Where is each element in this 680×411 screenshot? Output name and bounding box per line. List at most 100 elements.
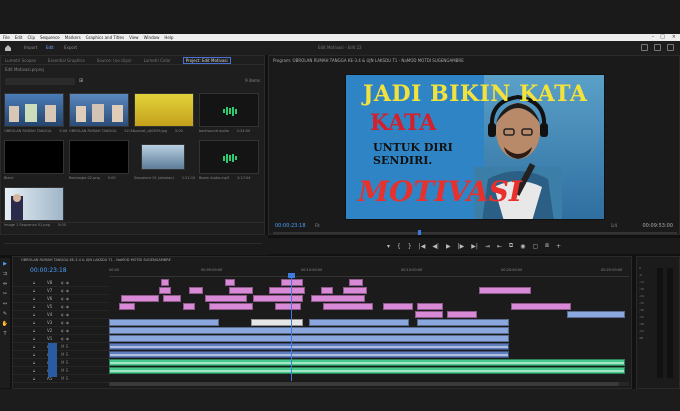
tab-edit[interactable]: Edit: [46, 45, 54, 50]
step-back-button[interactable]: ◀|: [432, 243, 439, 250]
title-clip[interactable]: [269, 287, 305, 294]
track-header-v3[interactable]: 🔒︎ V3 ◐ ◉: [13, 319, 109, 327]
title-clip[interactable]: [159, 287, 171, 294]
scrub-playhead[interactable]: [418, 230, 421, 235]
program-scrubber[interactable]: [273, 230, 677, 235]
menu-item-edit[interactable]: Edit: [15, 35, 23, 40]
button-editor-button[interactable]: +: [556, 243, 561, 250]
tab-export[interactable]: Export: [64, 45, 77, 50]
comparison-view-button[interactable]: ◉: [520, 243, 525, 250]
zoom-select[interactable]: Fit: [315, 223, 320, 228]
title-clip[interactable]: [383, 303, 413, 310]
maximize-button[interactable]: □: [660, 34, 665, 40]
type-tool-icon[interactable]: T: [3, 332, 6, 337]
audio-clip-thumbnail[interactable]: [199, 93, 259, 127]
audio-clip-thumbnail[interactable]: [199, 140, 259, 174]
export-frame-button[interactable]: ⧉: [509, 242, 513, 250]
title-clip[interactable]: [229, 287, 253, 294]
timeline-timecode[interactable]: 00:00:23:18: [30, 267, 67, 274]
source-patch-target[interactable]: [48, 343, 57, 377]
title-clip[interactable]: [479, 287, 531, 294]
clip-thumbnail[interactable]: [4, 140, 64, 174]
music-clip[interactable]: [109, 359, 625, 366]
video-clip[interactable]: [109, 327, 509, 334]
title-clip[interactable]: [417, 303, 443, 310]
video-clip[interactable]: [417, 319, 509, 326]
menu-item-view[interactable]: View: [129, 35, 139, 40]
music-clip[interactable]: [109, 367, 625, 374]
track-select-icon[interactable]: ⇉: [3, 272, 7, 277]
track-header-v5[interactable]: 🔒︎ V5 ◐ ◉: [13, 303, 109, 311]
play-button[interactable]: ▶: [446, 243, 451, 250]
multi-cam-button[interactable]: ⧈: [545, 242, 549, 250]
track-header-a4[interactable]: 🔒︎A4M S: [13, 367, 109, 375]
title-clip[interactable]: [447, 311, 477, 318]
track-header-a2[interactable]: 🔒︎A2M S: [13, 351, 109, 359]
menu-item-graphics[interactable]: Graphics and Titles: [86, 35, 124, 40]
hand-tool-icon[interactable]: ✋: [2, 322, 8, 327]
time-ruler[interactable]: 00:00 00:05:00:00 00:10:00:00 00:15:00:0…: [109, 267, 629, 277]
audio-clip[interactable]: [109, 351, 509, 358]
clip-thumbnail[interactable]: [69, 140, 129, 174]
title-clip[interactable]: [225, 279, 235, 286]
mark-out-button[interactable]: }: [408, 243, 412, 250]
timeline-playhead[interactable]: [288, 273, 295, 381]
menu-item-clip[interactable]: Clip: [27, 35, 35, 40]
extract-button[interactable]: ⇤: [497, 243, 502, 250]
track-header-v2[interactable]: 🔒︎ V2 ◐ ◉: [13, 327, 109, 335]
go-to-out-button[interactable]: ▶|: [471, 243, 478, 250]
track-header-v4[interactable]: 🔒︎ V4 ◐ ◉: [13, 311, 109, 319]
program-timecode[interactable]: 00:00:23:18: [275, 223, 306, 229]
fullscreen-icon[interactable]: [667, 44, 674, 51]
track-header-a3[interactable]: 🔒︎A3M S: [13, 359, 109, 367]
clip-thumbnail[interactable]: [141, 144, 185, 170]
clip-thumbnail[interactable]: [4, 187, 64, 221]
menu-item-window[interactable]: Window: [144, 35, 160, 40]
workspaces-icon[interactable]: [654, 44, 661, 51]
track-header-v8[interactable]: 🔒︎ V8 ◐ ◉: [13, 279, 109, 287]
title-clip[interactable]: [349, 279, 363, 286]
ripple-edit-icon[interactable]: ⇹: [3, 282, 7, 287]
safe-margins-button[interactable]: ▢: [532, 243, 538, 250]
close-button[interactable]: ×: [672, 34, 676, 40]
title-clip[interactable]: [209, 303, 253, 310]
track-header-v7[interactable]: 🔒︎ V7 ◐ ◉: [13, 287, 109, 295]
step-forward-button[interactable]: |▶: [458, 243, 465, 250]
video-clip-selected[interactable]: [251, 319, 303, 326]
selection-tool-icon[interactable]: ▶: [3, 262, 7, 267]
tab-project[interactable]: Project: Edit Motivasi: [182, 56, 231, 64]
tab-essential-graphics[interactable]: Essential Graphics: [48, 58, 85, 63]
video-clip[interactable]: [309, 319, 409, 326]
marker-button[interactable]: ▾: [387, 243, 390, 250]
video-clip[interactable]: [567, 311, 625, 318]
quick-export-icon[interactable]: [641, 44, 648, 51]
title-clip[interactable]: [343, 287, 367, 294]
track-header-v1[interactable]: 🔒︎ V1 ◐ ◉: [13, 335, 109, 343]
clip-thumbnail[interactable]: [134, 93, 194, 127]
minimize-button[interactable]: –: [652, 34, 655, 40]
go-to-in-button[interactable]: |◀: [419, 243, 426, 250]
title-clip[interactable]: [189, 287, 203, 294]
title-clip[interactable]: [311, 295, 365, 302]
title-clip[interactable]: [163, 295, 181, 302]
pen-tool-icon[interactable]: ✎: [3, 312, 7, 317]
tab-lumetri-color[interactable]: Lumetri Color: [144, 58, 171, 63]
razor-tool-icon[interactable]: ✂: [3, 292, 7, 297]
title-clip[interactable]: [119, 303, 135, 310]
title-clip[interactable]: [121, 295, 159, 302]
title-clip[interactable]: [183, 303, 195, 310]
lift-button[interactable]: ⇥: [485, 243, 490, 250]
title-clip[interactable]: [253, 295, 303, 302]
track-header-a5[interactable]: 🔒︎ A5 M S: [13, 375, 109, 383]
title-clip[interactable]: [161, 279, 169, 286]
menu-item-file[interactable]: File: [3, 35, 10, 40]
timeline-scrollbar[interactable]: [109, 382, 629, 386]
title-clip[interactable]: [511, 303, 571, 310]
resolution-select[interactable]: 1/4: [611, 223, 617, 228]
track-header-a1[interactable]: 🔒︎A1M S: [13, 343, 109, 351]
clip-thumbnail[interactable]: [69, 93, 129, 127]
slip-tool-icon[interactable]: ↔: [3, 302, 7, 307]
title-clip[interactable]: [281, 279, 303, 286]
title-clip[interactable]: [415, 311, 443, 318]
new-bin-icon[interactable]: ⊞: [79, 78, 83, 84]
